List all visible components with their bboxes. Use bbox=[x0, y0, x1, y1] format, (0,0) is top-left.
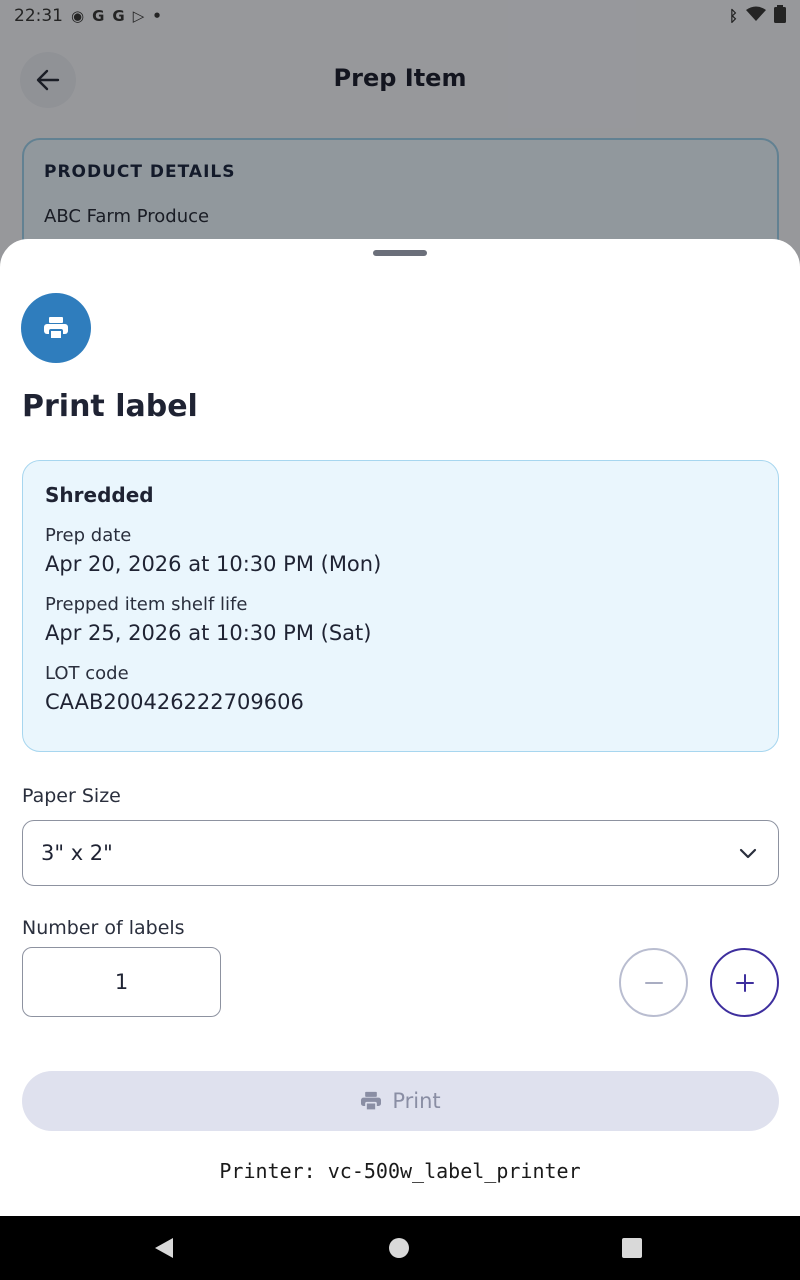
printer-name: Printer: vc-500w_label_printer bbox=[219, 1159, 581, 1183]
shelf-life-value: Apr 25, 2026 at 10:30 PM (Sat) bbox=[45, 621, 372, 645]
nav-back-button[interactable] bbox=[153, 1236, 175, 1264]
print-button[interactable]: Print bbox=[22, 1071, 779, 1131]
print-button-label: Print bbox=[392, 1089, 441, 1113]
prep-method: Shredded bbox=[45, 483, 154, 507]
paper-size-value: 3" x 2" bbox=[41, 841, 113, 865]
number-of-labels-label: Number of labels bbox=[22, 917, 185, 939]
increment-button[interactable] bbox=[710, 948, 779, 1017]
nav-home-button[interactable] bbox=[388, 1236, 410, 1264]
minus-icon bbox=[644, 981, 663, 984]
printer-badge bbox=[21, 293, 91, 363]
lot-code-label: LOT code bbox=[45, 663, 129, 684]
shelf-life-label: Prepped item shelf life bbox=[45, 594, 248, 615]
system-nav-bar bbox=[0, 1216, 800, 1280]
prep-date-value: Apr 20, 2026 at 10:30 PM (Mon) bbox=[45, 552, 382, 576]
prep-date-label: Prep date bbox=[45, 525, 132, 546]
print-label-sheet: Print label Shredded Prep date Apr 20, 2… bbox=[0, 239, 800, 1216]
lot-code-value: CAAB200426222709606 bbox=[45, 690, 304, 714]
chevron-down-icon bbox=[739, 848, 757, 859]
nav-recents-button[interactable] bbox=[621, 1236, 643, 1264]
decrement-button[interactable] bbox=[619, 948, 688, 1017]
plus-icon bbox=[735, 973, 754, 992]
printer-icon bbox=[361, 1091, 382, 1111]
paper-size-label: Paper Size bbox=[22, 785, 121, 807]
home-circle-icon bbox=[389, 1238, 409, 1258]
prep-info-card: Shredded Prep date Apr 20, 2026 at 10:30… bbox=[22, 460, 779, 752]
paper-size-select[interactable]: 3" x 2" bbox=[22, 820, 779, 886]
recents-square-icon bbox=[622, 1238, 642, 1258]
back-triangle-icon bbox=[155, 1238, 173, 1258]
printer-icon bbox=[44, 317, 68, 340]
sheet-title: Print label bbox=[22, 389, 198, 424]
label-quantity-input[interactable]: 1 bbox=[22, 947, 221, 1017]
sheet-drag-handle[interactable] bbox=[373, 250, 427, 256]
